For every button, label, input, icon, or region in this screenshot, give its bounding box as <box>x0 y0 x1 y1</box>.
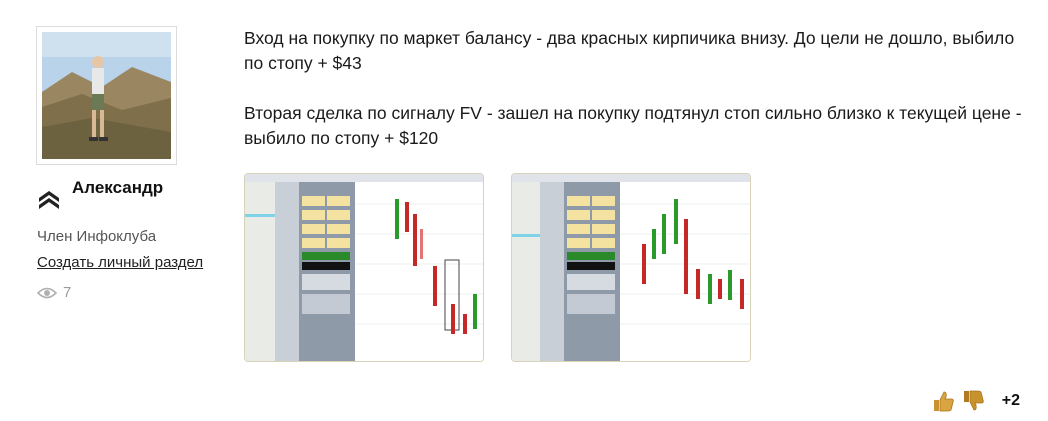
post-paragraph-2: Вторая сделка по сигналу FV - зашел на п… <box>244 103 1022 148</box>
eye-icon <box>37 287 57 298</box>
chevron-rank-icon <box>39 191 59 209</box>
author-role: Член Инфоклуба <box>37 228 157 245</box>
post-text: Вход на покупку по маркет балансу - два … <box>244 26 1034 176</box>
thumbs-down-icon[interactable] <box>962 390 986 412</box>
create-section-link[interactable]: Создать личный раздел <box>37 254 203 271</box>
author-name[interactable]: Александр <box>72 178 163 198</box>
author-rank-row: Александр <box>36 176 236 216</box>
views-count: 7 <box>63 284 72 301</box>
avatar-frame <box>36 26 177 165</box>
avatar[interactable] <box>42 32 171 159</box>
author-panel: Александр Член Инфоклуба Создать личный … <box>36 26 216 301</box>
rating-score: +2 <box>1001 392 1020 409</box>
thumbs-up-icon[interactable] <box>932 390 956 412</box>
chart-screenshot-thumbnail-1[interactable] <box>244 173 484 362</box>
chart-screenshot-thumbnail-2[interactable] <box>511 173 751 362</box>
views-counter: 7 <box>37 284 71 301</box>
post-paragraph-1: Вход на покупку по маркет балансу - два … <box>244 28 1015 73</box>
post-rating: +2 <box>932 390 1020 412</box>
